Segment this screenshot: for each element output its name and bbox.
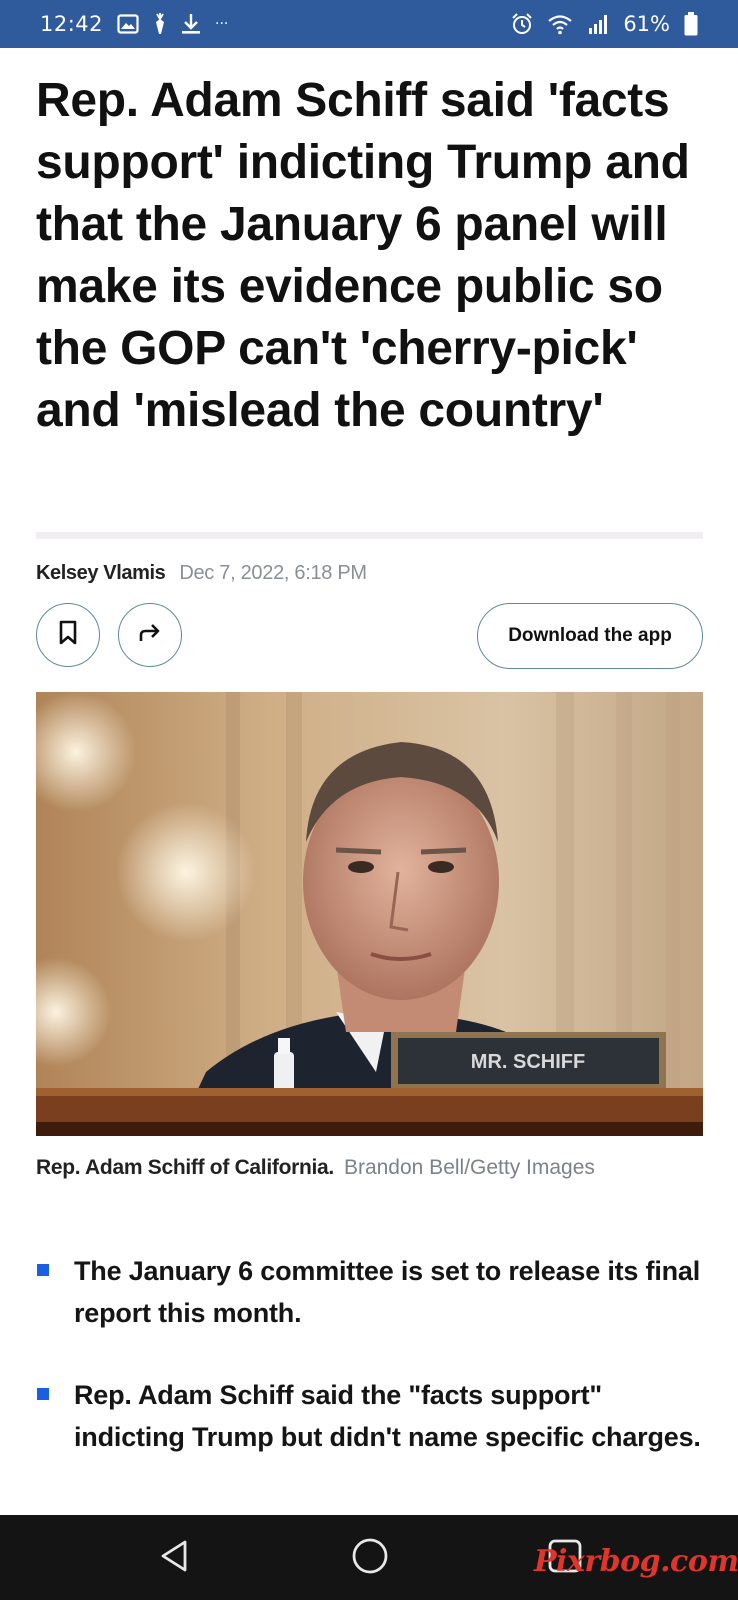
key-point-text: Rep. Adam Schiff said the "facts support… (74, 1380, 701, 1452)
publish-date: Dec 7, 2022, 6:18 PM (179, 562, 367, 584)
divider (36, 532, 703, 539)
download-app-button[interactable]: Download the app (477, 603, 703, 669)
watermark: Pixrbog.com (534, 1544, 738, 1579)
gallery-icon (117, 14, 139, 34)
bookmark-button[interactable] (36, 603, 100, 667)
back-icon (157, 1538, 193, 1579)
back-button[interactable] (150, 1533, 200, 1583)
status-right: 61% (511, 12, 698, 36)
key-point: Rep. Adam Schiff said the "facts support… (36, 1374, 706, 1458)
home-icon (350, 1536, 390, 1581)
status-time: 12:42 (40, 12, 104, 36)
article-photo: MR. SCHIFF (36, 692, 703, 1136)
battery-icon (684, 12, 698, 36)
nameplate-text: MR. SCHIFF (471, 1051, 585, 1073)
author-name[interactable]: Kelsey Vlamis (36, 562, 166, 585)
bookmark-icon (57, 620, 79, 651)
bullet-marker (37, 1388, 49, 1400)
carrot-icon (153, 13, 167, 35)
download-icon (181, 13, 201, 35)
signal-icon (587, 13, 609, 35)
bullet-marker (37, 1264, 49, 1276)
wifi-icon (547, 13, 573, 35)
caption-text: Rep. Adam Schiff of California. (36, 1156, 334, 1179)
share-button[interactable] (118, 603, 182, 667)
alarm-icon (511, 13, 533, 35)
key-point-text: The January 6 committee is set to releas… (74, 1256, 701, 1328)
photo-credit: Brandon Bell/Getty Images (343, 1156, 595, 1179)
key-points-list: The January 6 committee is set to releas… (36, 1250, 706, 1498)
byline: Kelsey Vlamis Dec 7, 2022, 6:18 PM (36, 562, 367, 585)
battery-percent: 61% (623, 12, 670, 36)
article-headline: Rep. Adam Schiff said 'facts support' in… (36, 74, 690, 437)
key-point: The January 6 committee is set to releas… (36, 1250, 706, 1334)
share-arrow-icon (137, 622, 163, 649)
home-button[interactable] (345, 1533, 395, 1583)
status-bar: 12:42 ··· 61% (0, 0, 738, 48)
more-dots-icon: ··· (215, 16, 229, 32)
status-left: 12:42 ··· (40, 12, 228, 36)
photo-caption: Rep. Adam Schiff of California. Brandon B… (36, 1156, 595, 1180)
